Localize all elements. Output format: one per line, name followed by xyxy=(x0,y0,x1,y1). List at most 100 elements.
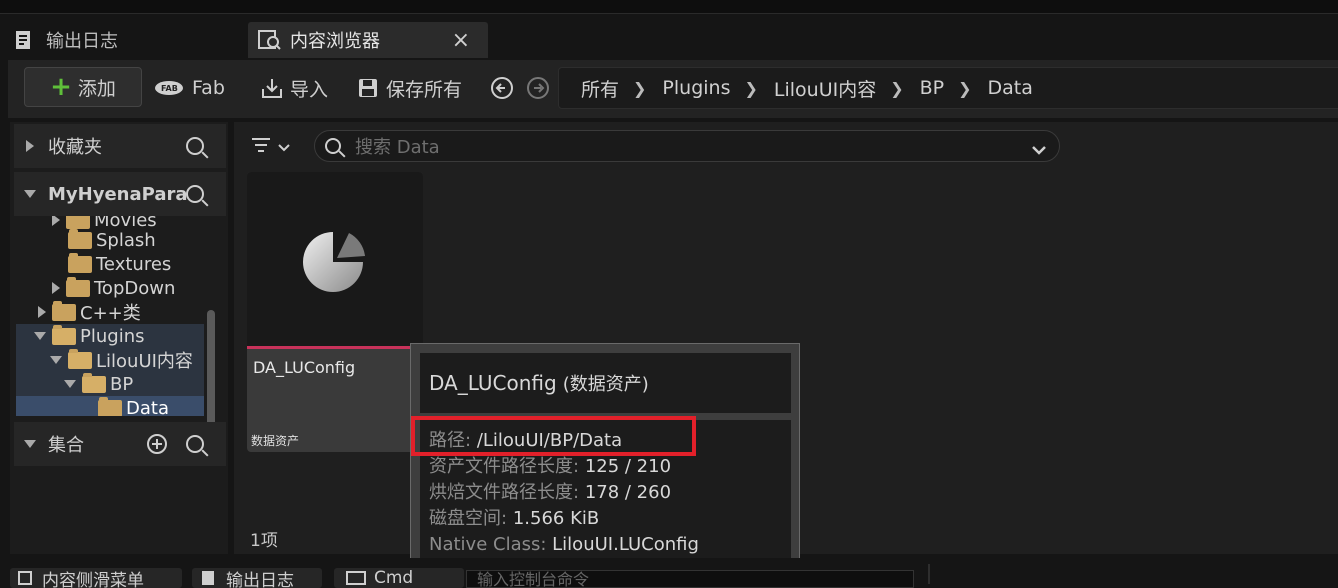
expand-arrow-icon[interactable] xyxy=(52,216,60,226)
tab-output-log-label: 输出日志 xyxy=(46,31,118,52)
expand-arrow-icon[interactable] xyxy=(26,140,34,152)
breadcrumb-item-plugins[interactable]: Plugins xyxy=(662,77,730,99)
chevron-right-icon[interactable]: ❯ xyxy=(890,79,903,98)
folder-tree: Movies Splash Textures TopDown C++类 Plug… xyxy=(14,216,210,416)
tree-item-bp[interactable]: BP xyxy=(16,372,204,396)
tooltip-row-native-class: Native Class: LilouUI.LUConfig xyxy=(429,532,791,558)
tooltip-value: LilouUI.LUConfig xyxy=(552,534,699,555)
asset-name: DA_LUConfig xyxy=(253,358,356,377)
chevron-down-icon xyxy=(276,139,292,152)
output-log-icon xyxy=(202,571,214,585)
collapse-arrow-icon[interactable] xyxy=(24,190,36,198)
status-bar: 内容侧滑菜单 输出日志 Cmd 输入控制台命令 xyxy=(0,558,1338,588)
asset-tooltip: DA_LUConfig (数据资产) 路径: /LilouUI/BP/Data … xyxy=(410,343,800,575)
search-icon xyxy=(325,138,341,154)
terminal-icon xyxy=(346,571,366,585)
add-circle-icon[interactable] xyxy=(146,433,168,455)
tree-item-cpp-classes[interactable]: C++类 xyxy=(38,300,141,324)
tab-content-browser-label: 内容浏览器 xyxy=(290,31,380,52)
chevron-right-icon[interactable]: ❯ xyxy=(744,79,757,98)
tree-item-label: C++类 xyxy=(80,303,141,324)
project-header[interactable]: MyHyenaPara xyxy=(14,172,226,216)
chevron-right-icon[interactable]: ❯ xyxy=(633,79,646,98)
asset-search-input[interactable]: 搜索 Data xyxy=(314,130,1060,162)
chevron-down-icon[interactable] xyxy=(1031,140,1047,155)
back-button[interactable] xyxy=(490,76,514,100)
favorites-header[interactable]: 收藏夹 xyxy=(14,124,226,168)
collapse-arrow-icon[interactable] xyxy=(50,356,62,364)
collapse-arrow-icon[interactable] xyxy=(34,332,46,340)
collections-header[interactable]: 集合 xyxy=(14,422,226,466)
drawer-icon xyxy=(18,571,32,585)
tooltip-value: 125 / 210 xyxy=(584,456,672,477)
tooltip-row-disk-size: 磁盘空间: 1.566 KiB xyxy=(429,506,791,532)
save-all-button-label: 保存所有 xyxy=(386,78,463,101)
tree-item-lilouui[interactable]: LilouUI内容 xyxy=(16,348,204,372)
arrow-right-icon xyxy=(526,76,550,100)
tree-item-plugins[interactable]: Plugins xyxy=(16,324,204,348)
expand-arrow-icon[interactable] xyxy=(38,306,46,318)
breadcrumb-item-all[interactable]: 所有 xyxy=(581,75,619,102)
tree-item-textures[interactable]: Textures xyxy=(68,252,171,276)
asset-tile[interactable]: DA_LUConfig 数据资产 xyxy=(247,172,423,452)
cmd-button[interactable]: Cmd xyxy=(334,568,464,588)
open-folder-icon xyxy=(52,324,76,345)
tree-item-splash[interactable]: Splash xyxy=(68,228,156,252)
cpp-folder-icon xyxy=(52,300,76,321)
status-divider xyxy=(928,564,930,584)
fab-button-label: Fab xyxy=(192,77,225,99)
forward-button[interactable] xyxy=(526,76,550,100)
breadcrumb-item-data[interactable]: Data xyxy=(988,77,1033,99)
breadcrumb-item-bp[interactable]: BP xyxy=(920,77,945,99)
expand-arrow-icon[interactable] xyxy=(52,282,60,294)
tab-bar: 输出日志 内容浏览器 × xyxy=(0,14,1338,60)
import-button-label: 导入 xyxy=(290,78,329,101)
search-icon[interactable] xyxy=(186,185,204,203)
import-button[interactable]: 导入 xyxy=(260,73,328,103)
tooltip-row-asset-path-length: 资产文件路径长度: 125 / 210 xyxy=(429,454,791,480)
breadcrumb-item-lilouui[interactable]: LilouUI内容 xyxy=(774,75,876,102)
tooltip-asset-name: DA_LUConfig xyxy=(429,371,557,395)
tree-item-label: BP xyxy=(110,373,134,395)
tooltip-key: 资产文件路径长度: xyxy=(429,456,580,477)
search-icon[interactable] xyxy=(186,137,204,155)
chevron-right-icon[interactable]: ❯ xyxy=(958,79,971,98)
filter-button[interactable] xyxy=(250,136,292,154)
tree-item-data[interactable]: Data xyxy=(16,396,204,416)
output-log-label: 输出日志 xyxy=(226,570,294,588)
tab-close-icon[interactable]: × xyxy=(452,28,470,53)
folder-icon xyxy=(68,228,92,249)
tooltip-value: 178 / 260 xyxy=(584,482,672,503)
item-count: 1项 xyxy=(250,531,278,551)
content-drawer-button[interactable]: 内容侧滑菜单 xyxy=(10,568,182,588)
tooltip-key: 烘焙文件路径长度: xyxy=(429,482,580,503)
tree-item-label: LilouUI内容 xyxy=(96,351,193,372)
console-placeholder: 输入控制台命令 xyxy=(477,570,590,588)
tree-scrollbar[interactable] xyxy=(207,310,215,428)
collapse-arrow-icon[interactable] xyxy=(24,440,36,448)
output-log-button[interactable]: 输出日志 xyxy=(192,568,322,588)
data-asset-pie-icon xyxy=(303,228,367,296)
tree-item-topdown[interactable]: TopDown xyxy=(52,276,175,300)
open-folder-icon xyxy=(82,372,106,393)
search-placeholder: 搜索 Data xyxy=(355,137,440,158)
highlight-box xyxy=(411,416,696,456)
output-log-icon xyxy=(14,29,32,51)
console-input[interactable]: 输入控制台命令 xyxy=(466,570,914,588)
folder-icon xyxy=(66,216,90,229)
add-button[interactable]: + 添加 xyxy=(24,67,142,107)
collapse-arrow-icon[interactable] xyxy=(64,380,76,388)
plus-icon: + xyxy=(50,72,72,102)
breadcrumb: 所有 ❯ Plugins ❯ LilouUI内容 ❯ BP ❯ Data xyxy=(558,67,1338,109)
search-icon[interactable] xyxy=(186,435,204,453)
svg-text:FAB: FAB xyxy=(161,84,178,93)
tab-content-browser[interactable]: 内容浏览器 × xyxy=(248,22,488,58)
asset-type-color-bar xyxy=(247,346,423,349)
save-all-button[interactable]: 保存所有 xyxy=(358,73,462,103)
cmd-label: Cmd xyxy=(374,568,414,588)
tab-output-log[interactable]: 输出日志 xyxy=(14,22,234,58)
fab-button[interactable]: FAB Fab xyxy=(154,73,225,103)
window-top-strip xyxy=(0,0,1338,14)
filter-icon xyxy=(250,136,272,154)
tree-item-label: Splash xyxy=(96,229,156,251)
